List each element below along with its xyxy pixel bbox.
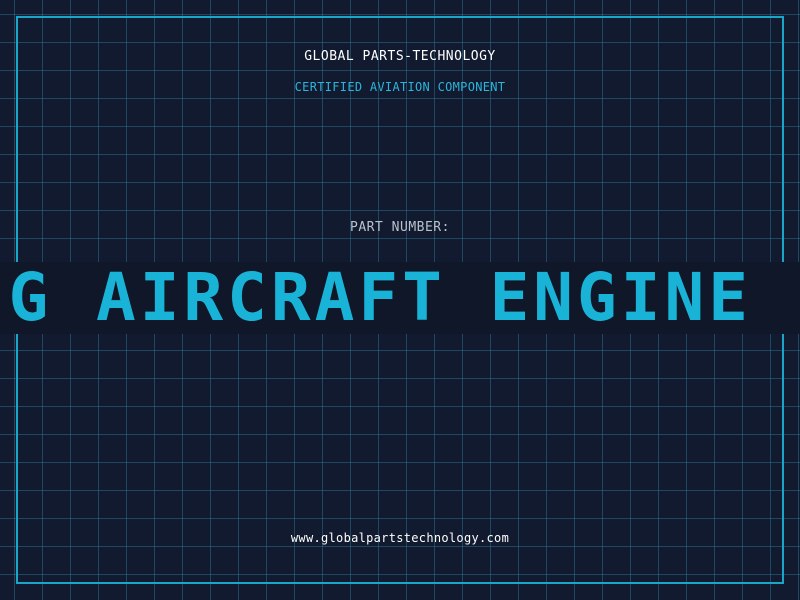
company-name: GLOBAL PARTS-TECHNOLOGY xyxy=(304,49,496,64)
website-url: www.globalpartstechnology.com xyxy=(290,531,510,545)
part-number-banner: G AIRCRAFT ENGINE xyxy=(0,262,800,334)
part-number-value: G AIRCRAFT ENGINE xyxy=(8,262,752,334)
certification-subtitle: CERTIFIED AVIATION COMPONENT xyxy=(294,80,506,94)
part-number-label: PART NUMBER: xyxy=(350,220,450,235)
certificate-canvas: GLOBAL PARTS-TECHNOLOGY CERTIFIED AVIATI… xyxy=(0,0,800,600)
